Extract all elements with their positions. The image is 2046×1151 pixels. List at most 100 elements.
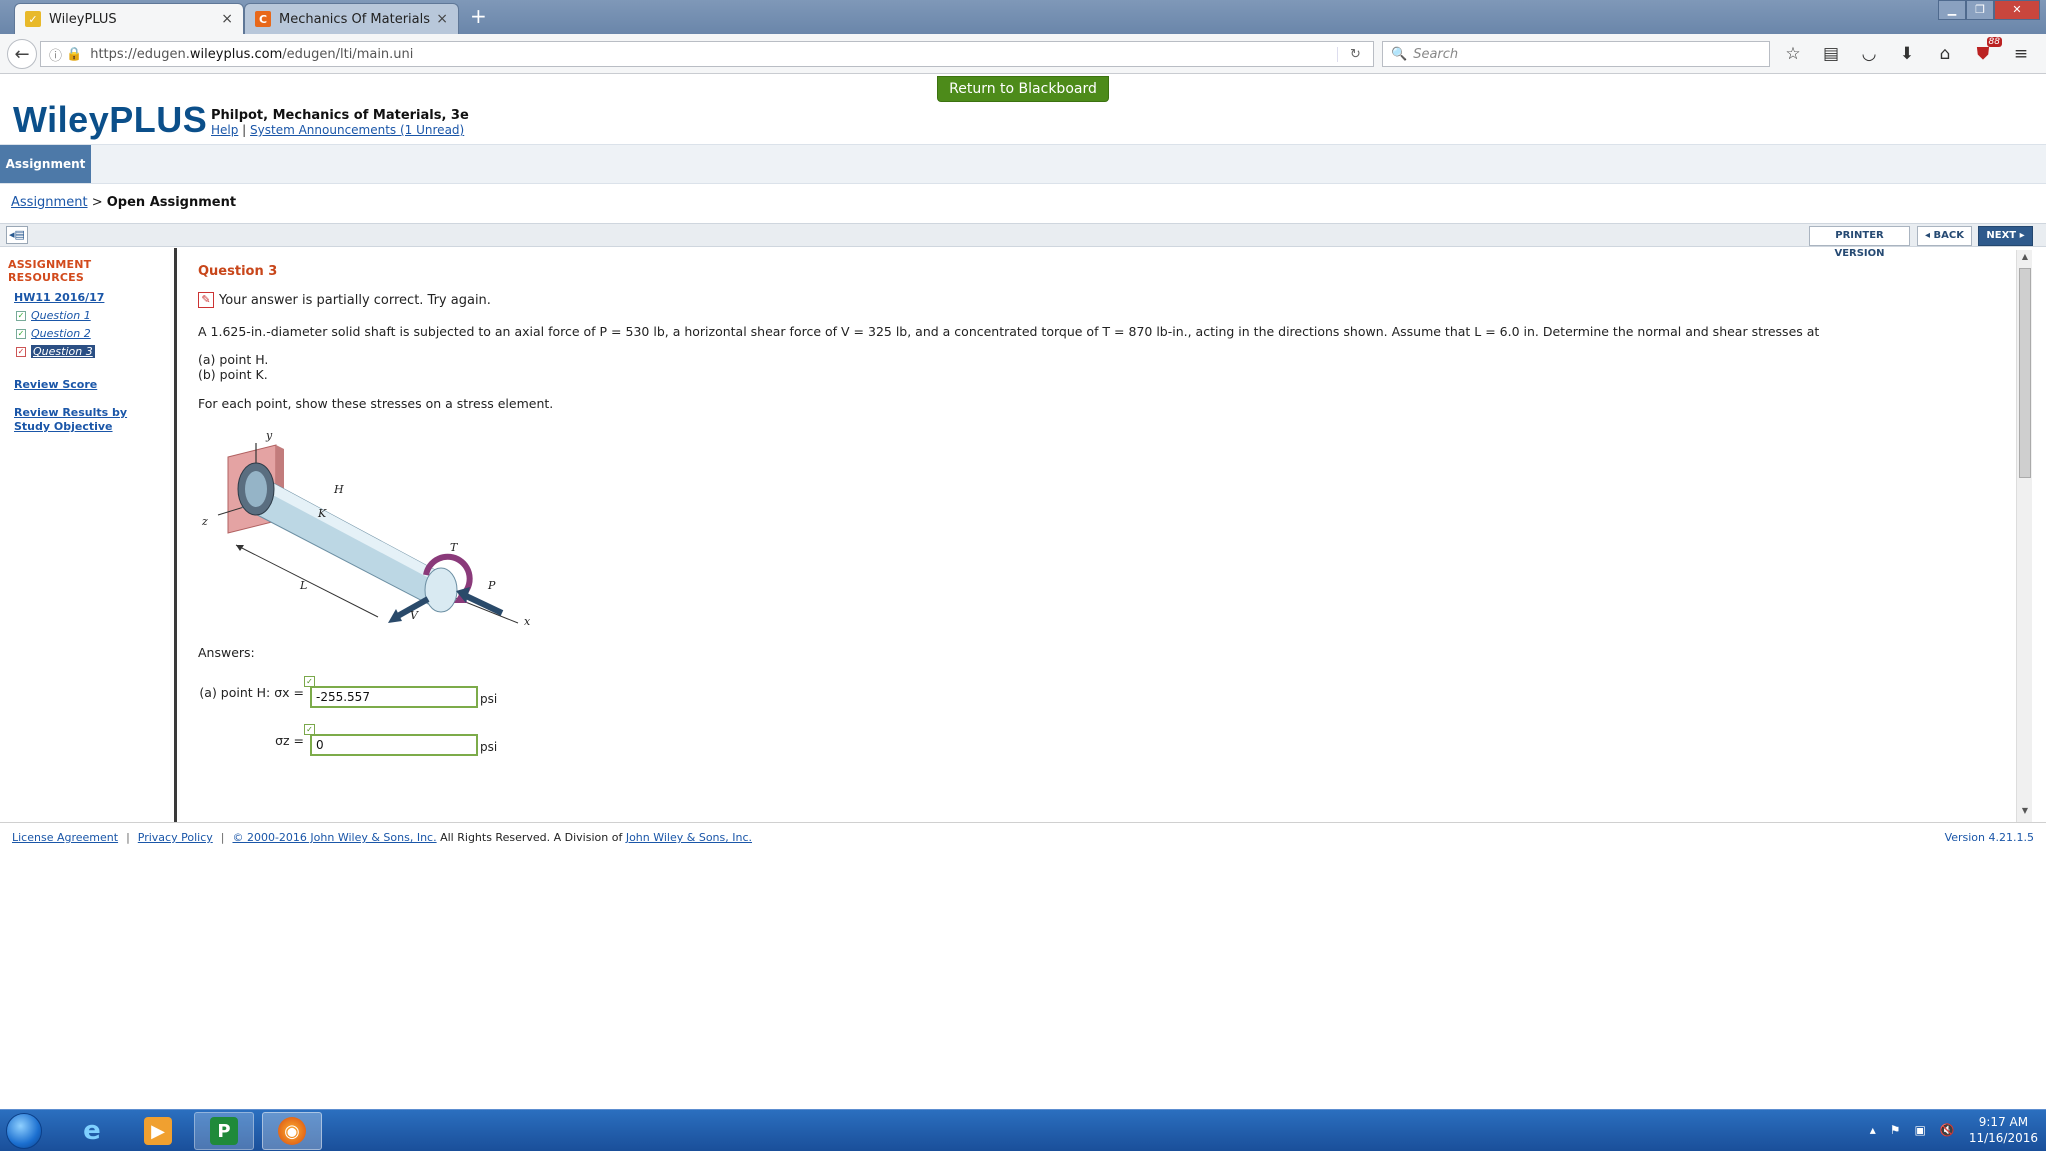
close-tab-icon[interactable]: × — [436, 11, 448, 27]
question-3-link[interactable]: Question 3 — [31, 345, 95, 358]
version-text: Version 4.21.1.5 — [1944, 831, 2034, 844]
reading-list-icon[interactable]: ▤ — [1818, 41, 1844, 67]
clock-time: 9:17 AM — [1978, 1115, 2029, 1129]
minimize-icon[interactable]: ▁ — [1938, 0, 1966, 20]
answer-label: σz = — [275, 733, 304, 748]
breadcrumb: Assignment > Open Assignment — [11, 195, 236, 210]
sigma-x-input[interactable] — [310, 686, 478, 708]
header-links: Help | System Announcements (1 Unread) — [211, 123, 465, 137]
restore-icon[interactable]: ❐ — [1966, 0, 1994, 20]
copyright-link[interactable]: © 2000-2016 John Wiley & Sons, Inc. — [232, 831, 436, 844]
axis-x-label: x — [524, 615, 531, 628]
license-link[interactable]: License Agreement — [12, 831, 118, 844]
browser-nav-bar: ← ⓘ 🔒 https://edugen.wileyplus.com/eduge… — [0, 34, 2046, 74]
home-icon[interactable]: ⌂ — [1932, 41, 1958, 67]
shear-v-label: V — [410, 609, 418, 622]
window-close-icon[interactable]: ✕ — [1994, 0, 2040, 20]
windows-taskbar: e ▶ P ◉ ▴ ⚑ ▣ 🔇 9:17 AM 11/16/2016 — [0, 1109, 2046, 1151]
breadcrumb-assignment-link[interactable]: Assignment — [11, 195, 88, 210]
correct-check-icon: ✓ — [304, 676, 315, 687]
review-score-link[interactable]: Review Score — [14, 378, 166, 392]
scroll-up-icon[interactable]: ▲ — [2017, 252, 2033, 266]
assignment-resources-sidebar: ASSIGNMENT RESOURCES HW11 2016/17 ✓ Ques… — [0, 248, 177, 822]
taskbar-media-player[interactable]: ▶ — [128, 1112, 188, 1150]
action-center-flag-icon[interactable]: ⚑ — [1890, 1123, 1901, 1137]
taskbar-ie[interactable]: e — [62, 1112, 122, 1150]
address-bar[interactable]: ⓘ 🔒 https://edugen.wileyplus.com/edugen/… — [40, 41, 1374, 67]
shaft-diagram — [217, 443, 519, 624]
pocket-icon[interactable]: ◡ — [1856, 41, 1882, 67]
answers-label: Answers: — [198, 645, 255, 660]
partial-icon: ✓ — [16, 346, 26, 357]
sidebar-item-question-3[interactable]: ✓ Question 3 — [16, 345, 166, 358]
answer-row-sigma-z: σz = ✓ psi — [198, 720, 1996, 756]
firefox-icon: ◉ — [278, 1117, 306, 1145]
review-results-link[interactable]: Review Results by Study Objective — [14, 406, 134, 434]
ublock-icon[interactable]: ⛊ 88 — [1970, 37, 2002, 67]
download-icon[interactable]: ⬇ — [1894, 41, 1920, 67]
answer-field-wrap: ✓ — [304, 676, 478, 708]
answer-label: (a) point H: σx = — [199, 685, 304, 700]
length-l-label: L — [300, 579, 308, 592]
sidebar-item-question-1[interactable]: ✓ Question 1 — [16, 309, 166, 322]
info-icon[interactable]: ⓘ — [49, 45, 62, 64]
network-icon[interactable]: ▣ — [1915, 1123, 1926, 1137]
clock[interactable]: 9:17 AM 11/16/2016 — [1969, 1114, 2038, 1146]
url-text: https://edugen.wileyplus.com/edugen/lti/… — [90, 46, 414, 62]
breadcrumb-current: Open Assignment — [106, 195, 237, 210]
menu-icon[interactable]: ≡ — [2008, 41, 2034, 67]
answer-unit: psi — [480, 692, 498, 706]
company-link[interactable]: John Wiley & Sons, Inc. — [626, 831, 752, 844]
sigma-z-input[interactable] — [310, 734, 478, 756]
feedback-text: Your answer is partially correct. Try ag… — [219, 292, 491, 308]
back-arrow-icon[interactable]: ← — [7, 39, 37, 69]
tab-assignment[interactable]: Assignment — [0, 145, 91, 183]
feedback-message: ✎ Your answer is partially correct. Try … — [198, 292, 1996, 308]
problem-parts: (a) point H. (b) point K. — [198, 352, 1996, 382]
tray-expand-icon[interactable]: ▴ — [1870, 1123, 1876, 1137]
next-button[interactable]: NEXT ▸ — [1978, 226, 2033, 246]
wileyplus-page: Return to Blackboard WileyPLUS Philpot, … — [0, 74, 2046, 1109]
privacy-link[interactable]: Privacy Policy — [138, 831, 213, 844]
addon-badge: 88 — [1986, 37, 2002, 47]
media-player-icon: ▶ — [144, 1117, 172, 1145]
browser-toolbar: ☆ ▤ ◡ ⬇ ⌂ ⛊ 88 ≡ — [1780, 37, 2034, 67]
search-input[interactable]: 🔍 Search — [1382, 41, 1770, 67]
sidebar-item-question-2[interactable]: ✓ Question 2 — [16, 327, 166, 340]
torque-t-label: T — [450, 541, 458, 554]
content-scrollbar[interactable]: ▲ ▼ — [2016, 250, 2032, 822]
collapse-sidebar-icon[interactable]: ◂▤ — [6, 226, 28, 244]
clock-date: 11/16/2016 — [1968, 1131, 2038, 1145]
return-to-blackboard-button[interactable]: Return to Blackboard — [937, 76, 1109, 102]
printer-version-button[interactable]: PRINTER VERSION — [1809, 226, 1910, 259]
shaft-figure: y z x H K T P L V — [198, 427, 538, 637]
axis-y-label: y — [266, 429, 273, 442]
close-tab-icon[interactable]: × — [221, 11, 233, 27]
start-button-icon[interactable] — [6, 1113, 42, 1149]
rights-text: All Rights Reserved. A Division of — [436, 831, 626, 844]
wileyplus-logo: WileyPLUS — [13, 99, 208, 140]
volume-muted-icon[interactable]: 🔇 — [1940, 1123, 1955, 1137]
axis-z-label: z — [202, 515, 208, 528]
sidebar-hw-link[interactable]: HW11 2016/17 — [14, 291, 166, 304]
browser-tab-chegg[interactable]: C Mechanics Of Materials 3r... × — [244, 3, 459, 34]
new-tab-icon[interactable]: + — [470, 4, 487, 28]
reload-icon[interactable]: ↻ — [1337, 46, 1373, 62]
back-button[interactable]: ◂ BACK — [1917, 226, 1972, 246]
question-2-link[interactable]: Question 2 — [31, 327, 91, 340]
scroll-down-icon[interactable]: ▼ — [2017, 806, 2033, 820]
question-panel: Question 3 ✎ Your answer is partially co… — [182, 250, 2012, 822]
taskbar-firefox[interactable]: ◉ — [262, 1112, 322, 1150]
internet-explorer-icon: e — [83, 1116, 101, 1146]
scrollbar-thumb[interactable] — [2019, 268, 2031, 478]
taskbar-publisher[interactable]: P — [194, 1112, 254, 1150]
help-link[interactable]: Help — [211, 123, 238, 137]
announcements-link[interactable]: System Announcements (1 Unread) — [250, 123, 464, 137]
browser-tab-wileyplus[interactable]: ✓ WileyPLUS × — [14, 3, 244, 34]
problem-statement: A 1.625-in.-diameter solid shaft is subj… — [198, 324, 1820, 339]
breadcrumb-separator: > — [91, 195, 103, 210]
force-p-label: P — [488, 579, 496, 592]
question-1-link[interactable]: Question 1 — [31, 309, 91, 322]
answer-field-wrap: ✓ — [304, 724, 478, 756]
bookmark-star-icon[interactable]: ☆ — [1780, 41, 1806, 67]
